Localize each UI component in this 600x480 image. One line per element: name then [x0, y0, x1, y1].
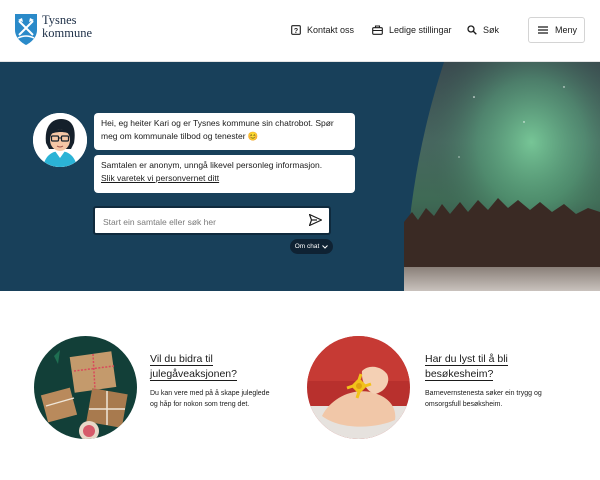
nav-contact-link[interactable]: ? Kontakt oss [291, 25, 354, 35]
chat-input-box [93, 206, 331, 235]
gift-campaign-title[interactable]: Vil du bidra til julegåveaksjonen? [150, 352, 237, 382]
hamburger-menu-icon [538, 26, 548, 34]
briefcase-icon [372, 25, 383, 35]
northern-lights-photo [404, 62, 600, 291]
chatbot-hero: Hei, eg heiter Kari og er Tysnes kommune… [0, 62, 600, 291]
visiting-home-title-line1: Har du lyst til å bli [425, 353, 508, 366]
gift-campaign-image[interactable] [34, 336, 137, 439]
bot-greeting-message: Hei, eg heiter Kari og er Tysnes kommune… [94, 113, 355, 150]
visiting-home-title-line2: besøkesheim? [425, 368, 494, 381]
gift-campaign-title-line2: julegåveaksjonen? [150, 368, 237, 381]
visiting-home-title[interactable]: Har du lyst til å bli besøkesheim? [425, 352, 508, 382]
gift-campaign-description: Du kan vere med på å skape juleglede og … [150, 390, 270, 408]
nav-contact-label: Kontakt oss [307, 25, 355, 35]
privacy-notice-text: Samtalen er anonym, unngå likevel person… [101, 160, 323, 170]
nav-search-link[interactable]: Søk [467, 25, 499, 35]
brand-name-line2: kommune [42, 26, 92, 40]
menu-button-label: Meny [555, 25, 578, 35]
svg-text:?: ? [294, 28, 298, 35]
visiting-home-image[interactable] [307, 336, 410, 439]
chevron-down-icon [322, 244, 329, 249]
send-icon[interactable] [309, 214, 322, 226]
about-chat-button[interactable]: Om chat [290, 239, 333, 254]
privacy-policy-link[interactable]: Slik varetek vi personvernet ditt [101, 172, 348, 185]
nav-jobs-link[interactable]: Ledige stillingar [372, 25, 452, 35]
visiting-home-description: Barnevernstenesta søker ein trygg og oms… [425, 390, 542, 408]
municipality-shield-logo[interactable] [14, 13, 38, 46]
chatbot-avatar [33, 113, 87, 167]
chat-question-icon: ? [291, 25, 301, 35]
about-chat-label: Om chat [294, 243, 320, 250]
chat-search-input[interactable] [101, 212, 300, 231]
brand-name[interactable]: Tysnes kommune [42, 14, 92, 40]
nav-search-label: Søk [483, 25, 500, 35]
search-icon [467, 25, 477, 35]
nav-jobs-label: Ledige stillingar [389, 25, 452, 35]
site-header: Tysnes kommune ? Kontakt oss Ledige stil… [0, 0, 600, 62]
bot-privacy-message: Samtalen er anonym, unngå likevel person… [94, 155, 355, 193]
menu-button[interactable]: Meny [528, 17, 585, 43]
gift-campaign-title-line1: Vil du bidra til [150, 353, 213, 366]
